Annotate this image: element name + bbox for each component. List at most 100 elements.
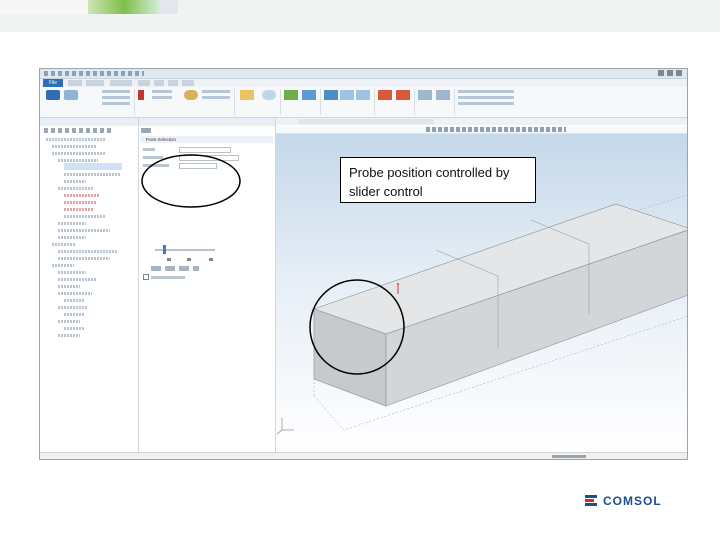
geometry-button[interactable]: [138, 90, 144, 100]
panel-header: [139, 118, 275, 126]
quick-access-toolbar[interactable]: [44, 71, 144, 76]
tree-item[interactable]: [64, 201, 96, 204]
add-physics-button[interactable]: [262, 90, 276, 100]
tree-item[interactable]: [52, 264, 74, 267]
add-component-button[interactable]: [64, 90, 78, 100]
tree-item[interactable]: [64, 208, 94, 211]
slider-tick: [209, 258, 213, 261]
selection-group[interactable]: [152, 90, 172, 100]
tree-item[interactable]: [64, 173, 120, 176]
ribbon-tab[interactable]: [86, 80, 104, 86]
slider-tick: [187, 258, 191, 261]
tree-item[interactable]: [64, 194, 100, 197]
banner-tile-green: [88, 0, 160, 14]
field-label: [143, 164, 169, 167]
window-tab[interactable]: [298, 119, 344, 124]
tree-item[interactable]: [52, 152, 106, 155]
tree-item[interactable]: [58, 222, 86, 225]
mesh-button[interactable]: [302, 90, 316, 100]
layout-group[interactable]: [458, 90, 514, 108]
tree-item[interactable]: [64, 299, 84, 302]
comsol-logo: COMSOL: [585, 494, 662, 508]
graphics-tool-buttons[interactable]: [426, 127, 566, 132]
model-builder-toolbar[interactable]: [44, 128, 114, 133]
tree-item[interactable]: [52, 243, 76, 246]
tree-item[interactable]: [58, 271, 86, 274]
materials-group[interactable]: [202, 90, 230, 100]
tree-item[interactable]: [58, 187, 94, 190]
component-button[interactable]: [46, 90, 60, 100]
tree-item[interactable]: [64, 313, 84, 316]
ribbon-tab[interactable]: [68, 80, 82, 86]
window-tab[interactable]: [344, 119, 382, 124]
section-header[interactable]: Point Selection: [141, 136, 273, 143]
tree-item[interactable]: [46, 138, 106, 141]
parameter-value-field[interactable]: [179, 163, 217, 169]
group-divider: [374, 89, 375, 115]
tree-item[interactable]: [58, 292, 92, 295]
callout-box: Probe position controlled by slider cont…: [340, 157, 536, 203]
memory-indicator: [552, 455, 586, 458]
tree-item[interactable]: [58, 334, 80, 337]
tree-item[interactable]: [58, 250, 118, 253]
ribbon-tab[interactable]: [182, 80, 194, 86]
probe-slider-handle[interactable]: [163, 245, 166, 254]
checkbox[interactable]: [143, 274, 149, 280]
tree-item[interactable]: [64, 327, 84, 330]
windows-button[interactable]: [436, 90, 450, 100]
settings-toolbar[interactable]: [141, 128, 151, 133]
tree-item[interactable]: [58, 285, 80, 288]
tree-item[interactable]: [58, 278, 96, 281]
group-divider: [280, 89, 281, 115]
tree-item[interactable]: [58, 236, 86, 239]
tree-item-selected[interactable]: [64, 163, 122, 170]
graphics-toolbar: [276, 126, 687, 134]
panel-header: [40, 118, 138, 126]
top-banner: [0, 0, 720, 32]
checkbox-label: [151, 275, 185, 279]
add-plot-button[interactable]: [396, 90, 410, 100]
group-divider: [134, 89, 135, 115]
tree-item[interactable]: [52, 145, 96, 148]
selection-buttons[interactable]: [151, 266, 199, 271]
window-tab[interactable]: [382, 119, 434, 124]
title-bar: [40, 69, 687, 79]
ribbon-tab[interactable]: [154, 80, 164, 86]
ribbon-tab[interactable]: [138, 80, 150, 86]
physics-button[interactable]: [240, 90, 254, 100]
group-divider: [414, 89, 415, 115]
browse-materials-button[interactable]: [184, 90, 198, 100]
settings-panel: Point Selection: [139, 118, 276, 454]
tree-item[interactable]: [58, 320, 80, 323]
field-label: [143, 148, 155, 151]
probe-point: [397, 283, 399, 285]
definitions-group[interactable]: [102, 90, 130, 108]
slider-tick: [167, 258, 171, 261]
tree-item[interactable]: [58, 306, 88, 309]
parameter-dropdown[interactable]: [179, 155, 239, 161]
ribbon-tab-row: File: [40, 79, 687, 87]
field-label: [143, 156, 163, 159]
add-study-button[interactable]: [356, 90, 370, 100]
graphics-tab-row: [276, 118, 687, 125]
checkbox-row[interactable]: [143, 274, 185, 280]
build-mesh-button[interactable]: [284, 90, 298, 100]
window-controls[interactable]: [658, 70, 684, 76]
type-dropdown[interactable]: [179, 147, 231, 153]
study-button[interactable]: [340, 90, 354, 100]
tree-item[interactable]: [64, 215, 106, 218]
compute-button[interactable]: [324, 90, 338, 100]
banner-tile: [160, 0, 178, 14]
comsol-logo-mark-icon: [585, 495, 599, 507]
ribbon-tab[interactable]: [168, 80, 178, 86]
model-builder-panel: [40, 118, 139, 454]
tree-item[interactable]: [64, 180, 86, 183]
tree-item[interactable]: [58, 229, 110, 232]
ribbon-tab[interactable]: [110, 80, 132, 86]
file-tab[interactable]: File: [43, 79, 63, 87]
status-bar: [40, 452, 687, 459]
plot-group-button[interactable]: [378, 90, 392, 100]
tree-item[interactable]: [58, 159, 98, 162]
tree-item[interactable]: [58, 257, 110, 260]
model-libraries-button[interactable]: [418, 90, 432, 100]
